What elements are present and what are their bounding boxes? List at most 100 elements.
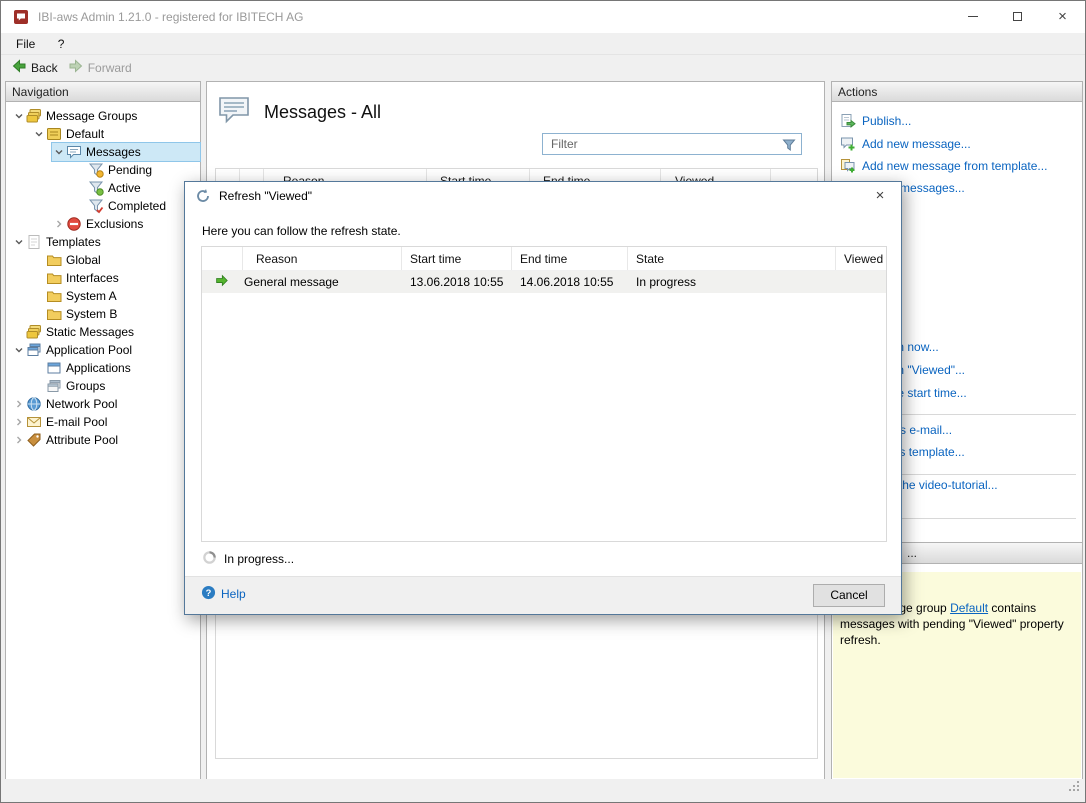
nav-item-completed[interactable]: Completed xyxy=(74,197,200,215)
chevron-collapsed-icon[interactable] xyxy=(52,217,66,231)
nav-label: Active xyxy=(108,181,146,195)
app-window: IBI-aws Admin 1.21.0 - registered for IB… xyxy=(0,0,1086,803)
nav-item-pending[interactable]: Pending xyxy=(74,161,200,179)
default-group-link[interactable]: Default xyxy=(950,601,988,615)
nav-item-system-b[interactable]: System B xyxy=(32,305,200,323)
active-filter-icon xyxy=(88,180,104,196)
column-header-viewed[interactable]: Viewed xyxy=(836,247,886,270)
nav-item-message-groups[interactable]: Message Groups xyxy=(12,107,200,125)
forward-button[interactable]: Forward xyxy=(68,56,132,80)
add-message-from-template-icon xyxy=(840,158,856,174)
nav-label: Global xyxy=(66,253,106,267)
dialog-status: In progress... xyxy=(202,550,294,568)
dialog-description: Here you can follow the refresh state. xyxy=(202,224,401,238)
minimize-button[interactable] xyxy=(950,1,995,32)
applications-icon xyxy=(46,360,62,376)
static-messages-icon xyxy=(26,324,42,340)
dialog-close-button[interactable]: × xyxy=(859,182,901,210)
column-header-start-time[interactable]: Start time xyxy=(402,247,512,270)
chevron-expanded-icon[interactable] xyxy=(12,109,26,123)
page-title: Messages - All xyxy=(264,102,381,123)
exclusions-icon xyxy=(66,216,82,232)
email-pool-icon xyxy=(26,414,42,430)
chevron-expanded-icon[interactable] xyxy=(12,235,26,249)
chevron-collapsed-icon[interactable] xyxy=(12,433,26,447)
cell-state: In progress xyxy=(628,271,836,293)
filter-funnel-icon[interactable] xyxy=(781,137,797,153)
nav-item-network-pool[interactable]: Network Pool xyxy=(12,395,200,413)
nav-item-templates[interactable]: Templates xyxy=(12,233,200,251)
maximize-icon xyxy=(1013,12,1022,21)
chevron-expanded-icon[interactable] xyxy=(32,127,46,141)
action-add-new-message[interactable]: Add new message... xyxy=(840,135,1078,153)
chevron-expanded-icon[interactable] xyxy=(12,343,26,357)
completed-filter-icon xyxy=(88,198,104,214)
close-button[interactable]: × xyxy=(1040,1,1085,32)
nav-item-global[interactable]: Global xyxy=(32,251,200,269)
action-publish[interactable]: Publish... xyxy=(840,112,1078,130)
status-bar xyxy=(2,779,1084,801)
pending-filter-icon xyxy=(88,162,104,178)
navigation-tree: Message Groups Default Messages Pending xyxy=(6,102,200,449)
nav-item-groups[interactable]: Groups xyxy=(32,377,200,395)
maximize-button[interactable] xyxy=(995,1,1040,32)
in-progress-arrow-icon xyxy=(215,274,228,290)
nav-item-messages[interactable]: Messages xyxy=(52,143,200,161)
nav-label: E-mail Pool xyxy=(46,415,112,429)
chevron-collapsed-icon[interactable] xyxy=(12,397,26,411)
icon-column-header[interactable] xyxy=(202,247,243,270)
nav-item-email-pool[interactable]: E-mail Pool xyxy=(12,413,200,431)
actions-header: Actions xyxy=(832,82,1082,102)
back-arrow-icon xyxy=(11,58,27,77)
nav-item-interfaces[interactable]: Interfaces xyxy=(32,269,200,287)
action-add-message-from-template[interactable]: Add new message from template... xyxy=(840,157,1078,175)
nav-item-static-messages[interactable]: Static Messages xyxy=(12,323,200,341)
nav-item-exclusions[interactable]: Exclusions xyxy=(52,215,200,233)
chevron-collapsed-icon[interactable] xyxy=(12,415,26,429)
menu-file[interactable]: File xyxy=(7,33,44,55)
cancel-button[interactable]: Cancel xyxy=(813,584,885,607)
nav-label: Attribute Pool xyxy=(46,433,123,447)
minimize-icon xyxy=(968,16,978,17)
groups-icon xyxy=(46,378,62,394)
table-row[interactable]: General message 13.06.2018 10:55 14.06.2… xyxy=(202,271,886,293)
cell-start-time: 13.06.2018 10:55 xyxy=(402,271,512,293)
navigation-header: Navigation xyxy=(6,82,200,102)
nav-label: Application Pool xyxy=(46,343,137,357)
nav-label: System A xyxy=(66,289,122,303)
nav-item-applications[interactable]: Applications xyxy=(32,359,200,377)
folder-icon xyxy=(46,252,62,268)
add-message-icon xyxy=(840,136,856,152)
nav-item-attribute-pool[interactable]: Attribute Pool xyxy=(12,431,200,449)
navigation-panel: Navigation Message Groups Default Messag… xyxy=(5,81,201,780)
menu-help[interactable]: ? xyxy=(49,33,74,55)
column-header-reason[interactable]: Reason xyxy=(243,247,402,270)
nav-item-application-pool[interactable]: Application Pool xyxy=(12,341,200,359)
nav-item-system-a[interactable]: System A xyxy=(32,287,200,305)
toolbar: Back Forward xyxy=(1,55,1085,80)
column-header-state[interactable]: State xyxy=(628,247,836,270)
publish-icon xyxy=(840,113,856,129)
application-pool-icon xyxy=(26,342,42,358)
refresh-dialog-icon xyxy=(195,188,211,204)
nav-label: Default xyxy=(66,127,109,141)
window-title: IBI-aws Admin 1.21.0 - registered for IB… xyxy=(38,10,950,24)
nav-label: Applications xyxy=(66,361,136,375)
refresh-state-table: Reason Start time End time State Viewed … xyxy=(201,246,887,542)
nav-item-default[interactable]: Default xyxy=(32,125,200,143)
nav-item-active[interactable]: Active xyxy=(74,179,200,197)
column-header-end-time[interactable]: End time xyxy=(512,247,628,270)
chevron-expanded-icon[interactable] xyxy=(52,145,66,159)
network-pool-icon xyxy=(26,396,42,412)
titlebar: IBI-aws Admin 1.21.0 - registered for IB… xyxy=(1,1,1085,33)
filter-input[interactable] xyxy=(543,134,801,154)
attribute-pool-icon xyxy=(26,432,42,448)
folder-icon xyxy=(46,288,62,304)
status-text: In progress... xyxy=(224,552,294,566)
resize-grip[interactable] xyxy=(1068,780,1081,798)
nav-label: Message Groups xyxy=(46,109,142,123)
app-icon xyxy=(13,9,29,25)
templates-icon xyxy=(26,234,42,250)
back-button[interactable]: Back xyxy=(11,56,58,80)
help-link[interactable]: ? Help xyxy=(201,585,246,603)
